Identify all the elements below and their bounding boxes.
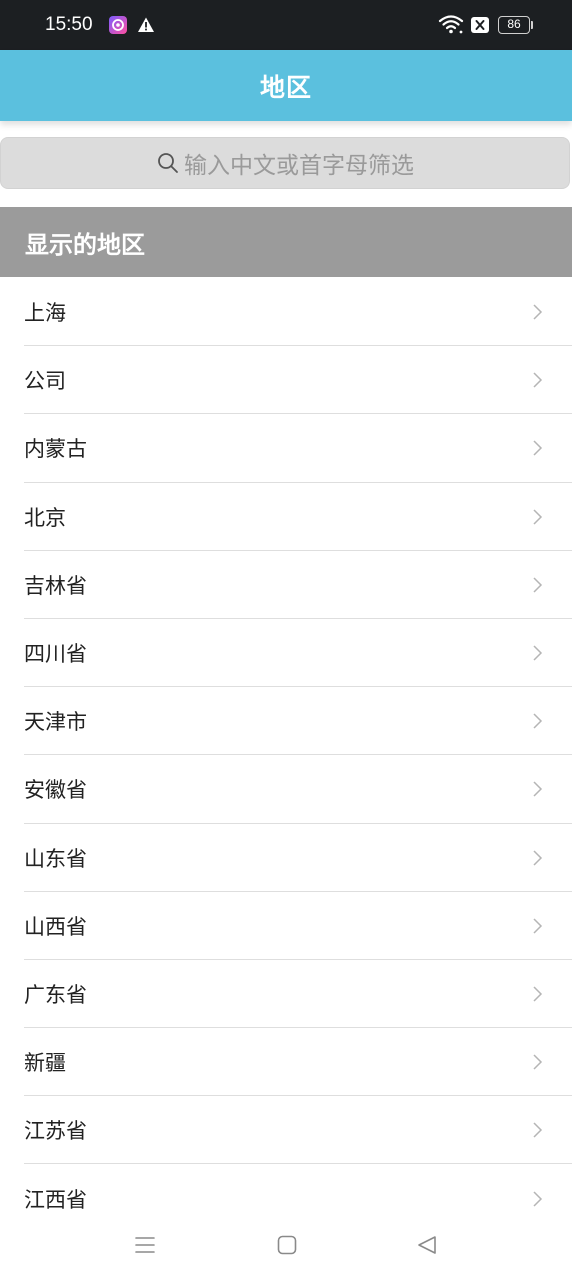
app-notification-icon <box>109 16 127 34</box>
home-icon[interactable] <box>276 1234 298 1256</box>
app-header: 地区 <box>0 50 572 121</box>
region-item[interactable]: 天津市 <box>0 687 572 756</box>
chevron-right-icon <box>533 850 543 866</box>
region-label: 公司 <box>24 369 66 394</box>
no-sim-icon <box>471 17 489 33</box>
chevron-right-icon <box>533 986 543 1002</box>
region-item[interactable]: 上海 <box>0 278 572 347</box>
region-item[interactable]: 新疆 <box>0 1028 572 1097</box>
search-bar: 输入中文或首字母筛选 <box>0 137 572 191</box>
chevron-right-icon <box>533 440 543 456</box>
region-item[interactable]: 公司 <box>0 346 572 415</box>
region-label: 广东省 <box>24 982 87 1007</box>
region-label: 吉林省 <box>24 573 87 598</box>
chevron-right-icon <box>533 372 543 388</box>
search-icon <box>158 153 178 173</box>
region-item[interactable]: 江苏省 <box>0 1096 572 1165</box>
page-title: 地区 <box>259 72 312 102</box>
chevron-right-icon <box>533 713 543 729</box>
region-item[interactable]: 北京 <box>0 483 572 551</box>
region-item[interactable]: 山东省 <box>0 824 572 892</box>
system-nav-bar <box>0 1212 572 1280</box>
chevron-right-icon <box>533 1191 543 1207</box>
region-label: 天津市 <box>24 710 87 735</box>
region-label: 新疆 <box>24 1051 66 1076</box>
search-placeholder: 输入中文或首字母筛选 <box>184 153 414 179</box>
chevron-right-icon <box>533 509 543 525</box>
region-label: 江西省 <box>24 1187 87 1212</box>
region-item[interactable]: 山西省 <box>0 892 572 961</box>
screen: 15:50 86 地区 输入中文或首字母筛选 显示的地区 上海 公司 内蒙古 北… <box>0 0 572 1280</box>
chevron-right-icon <box>533 918 543 934</box>
chevron-right-icon <box>533 577 543 593</box>
region-item[interactable]: 内蒙古 <box>0 414 572 483</box>
battery-nub <box>531 21 533 29</box>
menu-icon[interactable] <box>134 1234 156 1256</box>
battery-indicator: 86 <box>498 16 530 34</box>
region-label: 北京 <box>24 505 66 530</box>
warning-icon <box>138 17 154 32</box>
section-header: 显示的地区 <box>0 207 572 277</box>
region-list: 上海 公司 内蒙古 北京 吉林省 四川省 天津市 安徽省 山东省 山西省 广东省… <box>0 278 572 1233</box>
region-label: 山西省 <box>24 914 87 939</box>
region-label: 四川省 <box>24 642 87 667</box>
chevron-right-icon <box>533 1122 543 1138</box>
chevron-right-icon <box>533 645 543 661</box>
section-title: 显示的地区 <box>25 230 145 259</box>
region-item[interactable]: 吉林省 <box>0 551 572 620</box>
region-label: 上海 <box>24 301 66 326</box>
back-icon[interactable] <box>416 1234 438 1256</box>
region-label: 内蒙古 <box>24 437 87 462</box>
status-bar: 15:50 86 <box>0 0 572 50</box>
region-item[interactable]: 四川省 <box>0 619 572 688</box>
chevron-right-icon <box>533 781 543 797</box>
wifi-icon <box>438 15 464 34</box>
chevron-right-icon <box>533 1054 543 1070</box>
region-label: 山东省 <box>24 846 87 871</box>
region-item[interactable]: 安徽省 <box>0 755 572 824</box>
status-time: 15:50 <box>45 14 93 35</box>
region-label: 江苏省 <box>24 1119 87 1144</box>
region-label: 安徽省 <box>24 778 87 803</box>
search-input[interactable]: 输入中文或首字母筛选 <box>0 137 570 189</box>
chevron-right-icon <box>533 304 543 320</box>
region-item[interactable]: 广东省 <box>0 960 572 1029</box>
